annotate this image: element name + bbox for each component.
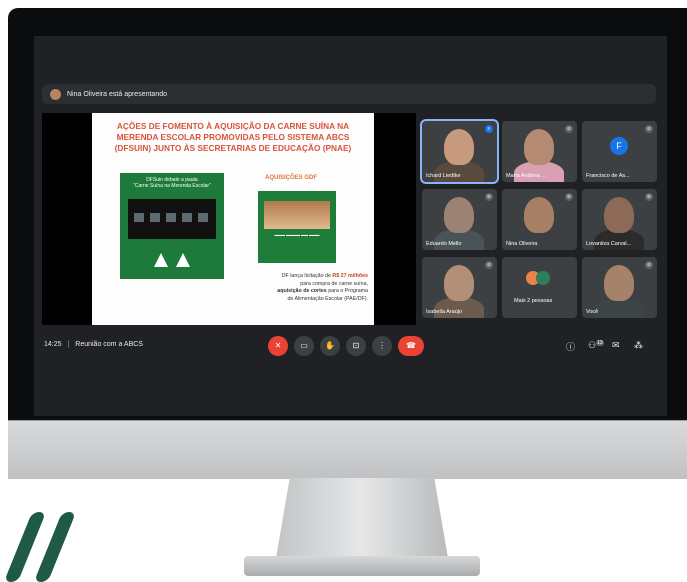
participant-name: Francisco de As...	[586, 173, 630, 179]
participant-tile[interactable]: F ⊘ Francisco de As...	[582, 121, 657, 182]
acquisitions-image: ▬▬▬ ▬▬▬▬ ▬▬ ▬▬▬	[258, 191, 336, 263]
slide-text-span: DF lança licitação de	[281, 273, 331, 279]
participants-count-badge: 13	[596, 340, 604, 346]
participant-face	[604, 265, 634, 301]
promo-logo-icon	[176, 253, 190, 267]
participant-tile[interactable]: Mais 2 pessoas	[502, 257, 577, 318]
slide-text-bold: aquisição de cortes	[277, 288, 327, 294]
mic-off-icon: ⊘	[565, 193, 573, 201]
participant-face	[524, 129, 554, 165]
participant-tile[interactable]: ⊘ Maria Antônia ...	[502, 121, 577, 182]
camera-toggle-button[interactable]: ▭	[294, 336, 314, 356]
participant-name: Eduardo Mello	[426, 241, 462, 247]
promo-video-thumbnail	[128, 199, 216, 239]
mic-off-icon: ⊘	[485, 261, 493, 269]
meeting-info: 14:25 | Reunião com a ABCS	[44, 341, 143, 348]
monitor-stand-neck	[276, 478, 448, 558]
slide-text-span: para compra de carne suína,	[300, 280, 368, 287]
presentation-area: AÇÕES DE FOMENTO À AQUISIÇÃO DA CARNE SU…	[42, 113, 416, 325]
hang-up-button[interactable]: ☎	[398, 336, 424, 356]
participant-tile[interactable]: ⊘ Eduardo Mello	[422, 189, 497, 250]
chat-icon[interactable]: ✉	[612, 340, 620, 351]
raise-hand-icon: ✋	[325, 341, 335, 350]
more-options-button[interactable]: ⋮	[372, 336, 392, 356]
participant-initial-avatar: F	[610, 137, 628, 155]
mic-off-icon: ⊘	[565, 125, 573, 133]
more-options-icon: ⋮	[378, 341, 386, 350]
activities-icon[interactable]: ⁂	[634, 340, 643, 351]
meeting-time: 14:25	[44, 341, 62, 348]
participant-tile[interactable]: ⊘ Você	[582, 257, 657, 318]
mic-off-icon: ⊘	[645, 193, 653, 201]
meeting-title: Reunião com a ABCS	[75, 341, 143, 348]
promo-caption-line: “Carne Suína na Merenda Escolar”	[133, 183, 211, 189]
promo-tile	[134, 213, 144, 222]
more-participants-avatar	[536, 271, 550, 285]
info-icon[interactable]: ⓘ	[566, 340, 575, 353]
participant-name: Isabella Araújo	[426, 309, 463, 315]
participants-icon[interactable]: ⚇13	[588, 340, 604, 351]
acquisitions-image-caption: ▬▬▬ ▬▬▬▬ ▬▬ ▬▬▬	[274, 233, 320, 237]
mic-off-icon: ⊘	[645, 125, 653, 133]
participant-tile[interactable]: ⊘ Lovanilza Carval...	[582, 189, 657, 250]
promo-logo-icon	[154, 253, 168, 267]
participant-name: Lovanilza Carval...	[586, 241, 632, 247]
raise-hand-button[interactable]: ✋	[320, 336, 340, 356]
meet-screen: Nina Oliveira está apresentando AÇÕES DE…	[34, 36, 667, 416]
present-icon: ⊡	[352, 341, 360, 350]
presenter-avatar	[50, 88, 61, 100]
promo-tile	[166, 213, 176, 222]
acquisitions-title: AQUISIÇÕES GDF	[265, 175, 318, 181]
participant-name: Mais 2 pessoas	[514, 298, 553, 304]
monitor-chin	[8, 420, 687, 479]
participant-face	[444, 129, 474, 165]
camera-icon: ▭	[300, 341, 308, 350]
slide-title: AÇÕES DE FOMENTO À AQUISIÇÃO DA CARNE SU…	[102, 121, 364, 154]
meeting-info-separator: |	[67, 341, 70, 348]
meeting-control-bar: 14:25 | Reunião com a ABCS ✕ ▭ ✋ ⊡ ⋮ ☎ ⓘ…	[34, 332, 667, 362]
mic-off-icon: ⊘	[645, 261, 653, 269]
slide-title-line: AÇÕES DE FOMENTO À AQUISIÇÃO DA CARNE SU…	[116, 121, 350, 131]
participant-name: Você	[586, 309, 599, 315]
participant-face	[444, 197, 474, 233]
mic-toggle-button[interactable]: ✕	[268, 336, 288, 356]
promo-caption: DFSuin debate a pauta “Carne Suína na Me…	[120, 177, 224, 189]
promo-tile	[198, 213, 208, 222]
participant-name: Nina Oliveira	[506, 241, 538, 247]
slide-text-span: de Alimentação Escolar (PAE/DF).	[287, 295, 368, 302]
promo-tile	[182, 213, 192, 222]
slide-title-line: MERENDA ESCOLAR PROMOVIDAS PELO SISTEMA …	[116, 132, 350, 142]
food-photo	[264, 201, 330, 229]
presenter-banner: Nina Oliveira está apresentando	[42, 84, 656, 104]
slide-text-span: para o Programa	[328, 288, 368, 294]
participant-face	[604, 197, 634, 233]
participant-face	[444, 265, 474, 301]
participant-face	[524, 197, 554, 233]
slide-title-line: (DFSUIN) JUNTO ÀS SECRETARIAS DE EDUCAÇÃ…	[114, 143, 352, 153]
hang-up-icon: ☎	[406, 341, 416, 350]
participant-tile[interactable]: ≡ Ichard Liedtke	[420, 119, 499, 184]
mic-off-icon: ⊘	[485, 193, 493, 201]
presenter-text: Nina Oliveira está apresentando	[67, 90, 168, 98]
participant-name: Ichard Liedtke	[426, 173, 461, 179]
present-button[interactable]: ⊡	[346, 336, 366, 356]
promo-image: DFSuin debate a pauta “Carne Suína na Me…	[120, 173, 224, 279]
slide-text-amount: R$ 27 milhões	[332, 273, 368, 279]
monitor-stand-base	[244, 556, 480, 576]
promo-tile	[150, 213, 160, 222]
participant-tile[interactable]: ⊘ Nina Oliveira	[502, 189, 577, 250]
participant-tile[interactable]: ⊘ Isabella Araújo	[422, 257, 497, 318]
mic-off-icon: ✕	[274, 341, 282, 350]
presentation-slide: AÇÕES DE FOMENTO À AQUISIÇÃO DA CARNE SU…	[92, 113, 374, 325]
speaking-indicator-icon: ≡	[485, 125, 493, 133]
slide-body-text: DF lança licitação de R$ 27 milhões para…	[238, 273, 368, 303]
participant-name: Maria Antônia ...	[506, 173, 546, 179]
